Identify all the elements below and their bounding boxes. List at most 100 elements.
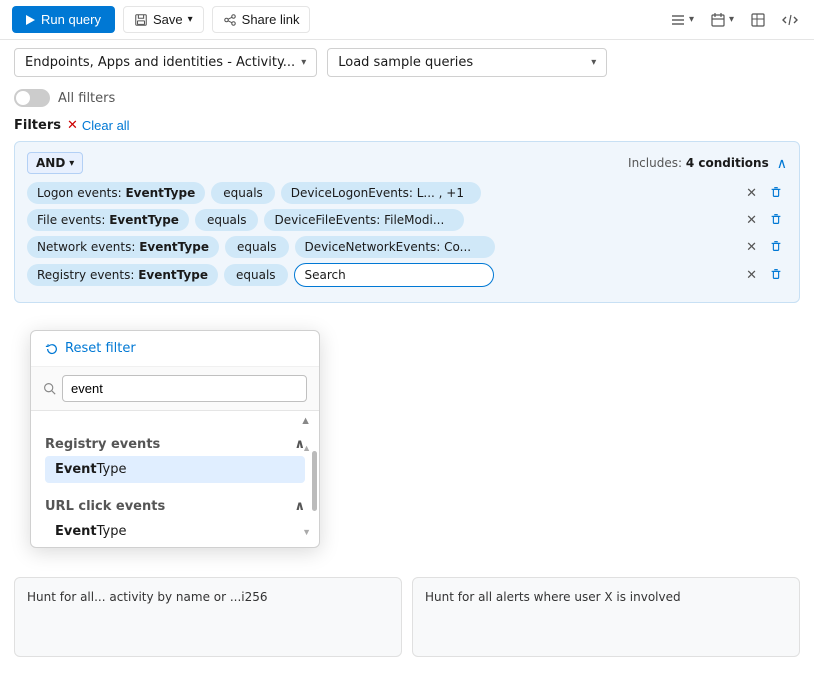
popup-item-registry-eventtype[interactable]: EventType bbox=[45, 456, 305, 483]
reset-filter-option[interactable]: Reset filter bbox=[31, 331, 319, 367]
calendar-icon bbox=[710, 12, 726, 28]
and-chevron-icon: ▾ bbox=[69, 158, 74, 169]
hint-card-2[interactable]: Hunt for all alerts where user X is invo… bbox=[412, 577, 800, 657]
save-button[interactable]: Save ▾ bbox=[123, 6, 204, 33]
list-chevron: ▾ bbox=[689, 14, 694, 25]
reset-filter-icon bbox=[45, 342, 59, 356]
filter-row-registry-delete-button[interactable] bbox=[765, 265, 787, 286]
hint-card-1[interactable]: Hunt for all... activity by name or ...i… bbox=[14, 577, 402, 657]
filter-row-registry: Registry events: EventType equals Search… bbox=[27, 263, 787, 287]
trash-icon bbox=[769, 185, 783, 199]
run-query-button[interactable]: Run query bbox=[12, 6, 115, 33]
list-icon-button[interactable]: ▾ bbox=[666, 8, 698, 32]
popup-section-registry-header[interactable]: Registry events ∧ bbox=[45, 437, 305, 452]
popup-search-input[interactable] bbox=[62, 375, 307, 402]
filter-field-pill[interactable]: Network events: EventType bbox=[27, 236, 219, 258]
and-operator-label: AND bbox=[36, 156, 65, 170]
collapse-icon: ∧ bbox=[777, 155, 787, 171]
popup-search-area bbox=[31, 367, 319, 411]
filter-operator-pill[interactable]: equals bbox=[211, 182, 275, 204]
filter-value-pill[interactable]: DeviceLogonEvents: L... , +1 bbox=[281, 182, 481, 204]
clear-all-button[interactable]: ✕ Clear all bbox=[67, 117, 130, 133]
scroll-up-button[interactable]: ▲ bbox=[296, 413, 315, 429]
filter-row-registry-clear-button[interactable]: ✕ bbox=[742, 265, 761, 285]
field-picker-popup: Reset filter ▲ Registry events ∧ EventTy… bbox=[30, 330, 320, 548]
popup-section-urlclick-label: URL click events bbox=[45, 499, 165, 514]
code-icon bbox=[782, 12, 798, 28]
popup-section-urlclick-header[interactable]: URL click events ∧ bbox=[45, 499, 305, 514]
filter-row-clear-button[interactable]: ✕ bbox=[742, 237, 761, 257]
filter-row-actions: ✕ bbox=[742, 183, 787, 204]
popup-section-urlclick-collapse-icon: ∧ bbox=[294, 499, 305, 514]
clear-all-label: Clear all bbox=[82, 118, 130, 133]
popup-section-registry-label: Registry events bbox=[45, 437, 160, 452]
list-icon bbox=[670, 12, 686, 28]
filter-row-actions: ✕ bbox=[742, 237, 787, 258]
clear-all-x-icon: ✕ bbox=[67, 117, 78, 133]
scope-value: Endpoints, Apps and identities - Activit… bbox=[25, 55, 295, 70]
scope-dropdown[interactable]: Endpoints, Apps and identities - Activit… bbox=[14, 48, 317, 77]
filter-operator-pill[interactable]: equals bbox=[195, 209, 259, 231]
calendar-chevron: ▾ bbox=[729, 14, 734, 25]
popup-item-urlclick-eventtype[interactable]: EventType bbox=[45, 518, 305, 545]
play-icon bbox=[26, 15, 35, 25]
code-icon-button[interactable] bbox=[778, 8, 802, 32]
trash-icon bbox=[769, 212, 783, 226]
filter-value-pill[interactable]: DeviceFileEvents: FileModi... bbox=[264, 209, 464, 231]
sample-queries-dropdown[interactable]: Load sample queries ▾ bbox=[327, 48, 607, 77]
filter-row-delete-button[interactable] bbox=[765, 237, 787, 258]
filter-field-pill-registry[interactable]: Registry events: EventType bbox=[27, 264, 218, 286]
save-chevron-icon: ▾ bbox=[188, 14, 193, 25]
search-value-text: Search bbox=[305, 268, 346, 282]
sample-queries-value: Load sample queries bbox=[338, 55, 473, 70]
filter-row-clear-button[interactable]: ✕ bbox=[742, 210, 761, 230]
hint-card-2-text: Hunt for all alerts where user X is invo… bbox=[425, 590, 681, 604]
table-icon-button[interactable] bbox=[746, 8, 770, 32]
filter-field-pill[interactable]: Logon events: EventType bbox=[27, 182, 205, 204]
filter-row: Logon events: EventType equals DeviceLog… bbox=[27, 182, 787, 204]
collapse-button[interactable]: ∧ bbox=[777, 155, 787, 172]
filter-value-pill-registry[interactable]: Search bbox=[294, 263, 494, 287]
filter-row: Network events: EventType equals DeviceN… bbox=[27, 236, 787, 258]
toolbar-icons: ▾ ▾ bbox=[666, 8, 802, 32]
filter-row-clear-button[interactable]: ✕ bbox=[742, 183, 761, 203]
filter-field-pill[interactable]: File events: EventType bbox=[27, 209, 189, 231]
filters-header: Filters ✕ Clear all bbox=[0, 113, 814, 141]
all-filters-label: All filters bbox=[58, 91, 115, 106]
filter-operator-pill-registry[interactable]: equals bbox=[224, 264, 288, 286]
calendar-icon-button[interactable]: ▾ bbox=[706, 8, 738, 32]
all-filters-toggle[interactable] bbox=[14, 89, 50, 107]
filters-toggle-row: All filters bbox=[0, 85, 814, 113]
save-label: Save bbox=[153, 12, 183, 27]
share-link-label: Share link bbox=[242, 12, 300, 27]
filter-row-delete-button[interactable] bbox=[765, 183, 787, 204]
filter-row-delete-button[interactable] bbox=[765, 210, 787, 231]
popup-list: ▲ Registry events ∧ EventType URL click … bbox=[31, 411, 319, 547]
includes-text: Includes: bbox=[628, 156, 686, 170]
filter-row-registry-actions: ✕ bbox=[742, 265, 787, 286]
share-icon bbox=[223, 13, 237, 27]
popup-search-icon bbox=[43, 382, 56, 395]
includes-label: Includes: 4 conditions bbox=[628, 156, 769, 170]
filter-group: AND ▾ Includes: 4 conditions ∧ Logon eve… bbox=[14, 141, 800, 303]
sample-queries-arrow: ▾ bbox=[591, 57, 596, 68]
filter-value-pill[interactable]: DeviceNetworkEvents: Co... bbox=[295, 236, 495, 258]
toolbar: Run query Save ▾ Share link ▾ bbox=[0, 0, 814, 40]
save-icon bbox=[134, 13, 148, 27]
trash-icon bbox=[769, 267, 783, 281]
conditions-count: 4 conditions bbox=[686, 156, 769, 170]
run-query-label: Run query bbox=[41, 12, 101, 27]
filter-operator-pill[interactable]: equals bbox=[225, 236, 289, 258]
scrollbar-thumb[interactable] bbox=[312, 451, 317, 511]
bottom-cards-area: Hunt for all... activity by name or ...i… bbox=[0, 577, 814, 657]
reset-filter-label: Reset filter bbox=[65, 341, 136, 356]
and-operator-badge[interactable]: AND ▾ bbox=[27, 152, 83, 174]
scrollbar-down-arrow[interactable]: ▼ bbox=[298, 525, 315, 539]
share-link-button[interactable]: Share link bbox=[212, 6, 311, 33]
scope-dropdown-arrow: ▾ bbox=[301, 57, 306, 68]
popup-section-registry: Registry events ∧ EventType bbox=[31, 429, 319, 483]
filter-row: File events: EventType equals DeviceFile… bbox=[27, 209, 787, 231]
filter-row-actions: ✕ bbox=[742, 210, 787, 231]
trash-icon bbox=[769, 239, 783, 253]
hint-card-1-text: Hunt for all... activity by name or ...i… bbox=[27, 590, 268, 604]
